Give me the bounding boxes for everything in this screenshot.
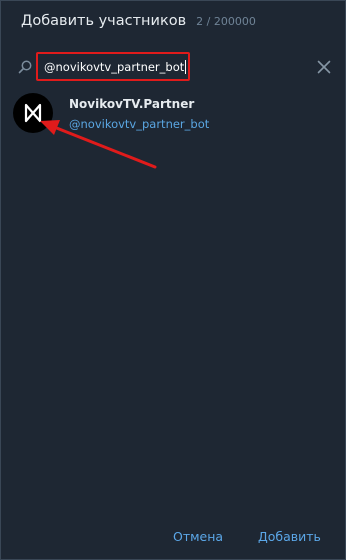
- cancel-button[interactable]: Отмена: [173, 529, 223, 544]
- search-row: @novikovtv_partner_bot: [1, 51, 345, 83]
- contact-name: NovikovTV.Partner: [69, 97, 195, 111]
- search-input-value: @novikovtv_partner_bot: [44, 59, 185, 74]
- member-count: 2 / 200000: [196, 15, 256, 28]
- add-members-dialog: Добавить участников 2 / 200000 @novikovt…: [0, 0, 346, 560]
- search-input[interactable]: @novikovtv_partner_bot: [36, 52, 190, 81]
- text-caret: [185, 59, 187, 74]
- add-button[interactable]: Добавить: [258, 529, 321, 544]
- dialog-title: Добавить участников: [21, 13, 187, 29]
- contact-username: @novikovtv_partner_bot: [69, 117, 210, 131]
- search-icon: [18, 60, 32, 74]
- avatar: [13, 93, 53, 133]
- hourglass-logo-icon: [24, 103, 42, 123]
- close-icon[interactable]: [316, 59, 332, 75]
- dialog-header: Добавить участников 2 / 200000: [21, 13, 256, 33]
- search-result-item[interactable]: NovikovTV.Partner @novikovtv_partner_bot: [1, 89, 345, 139]
